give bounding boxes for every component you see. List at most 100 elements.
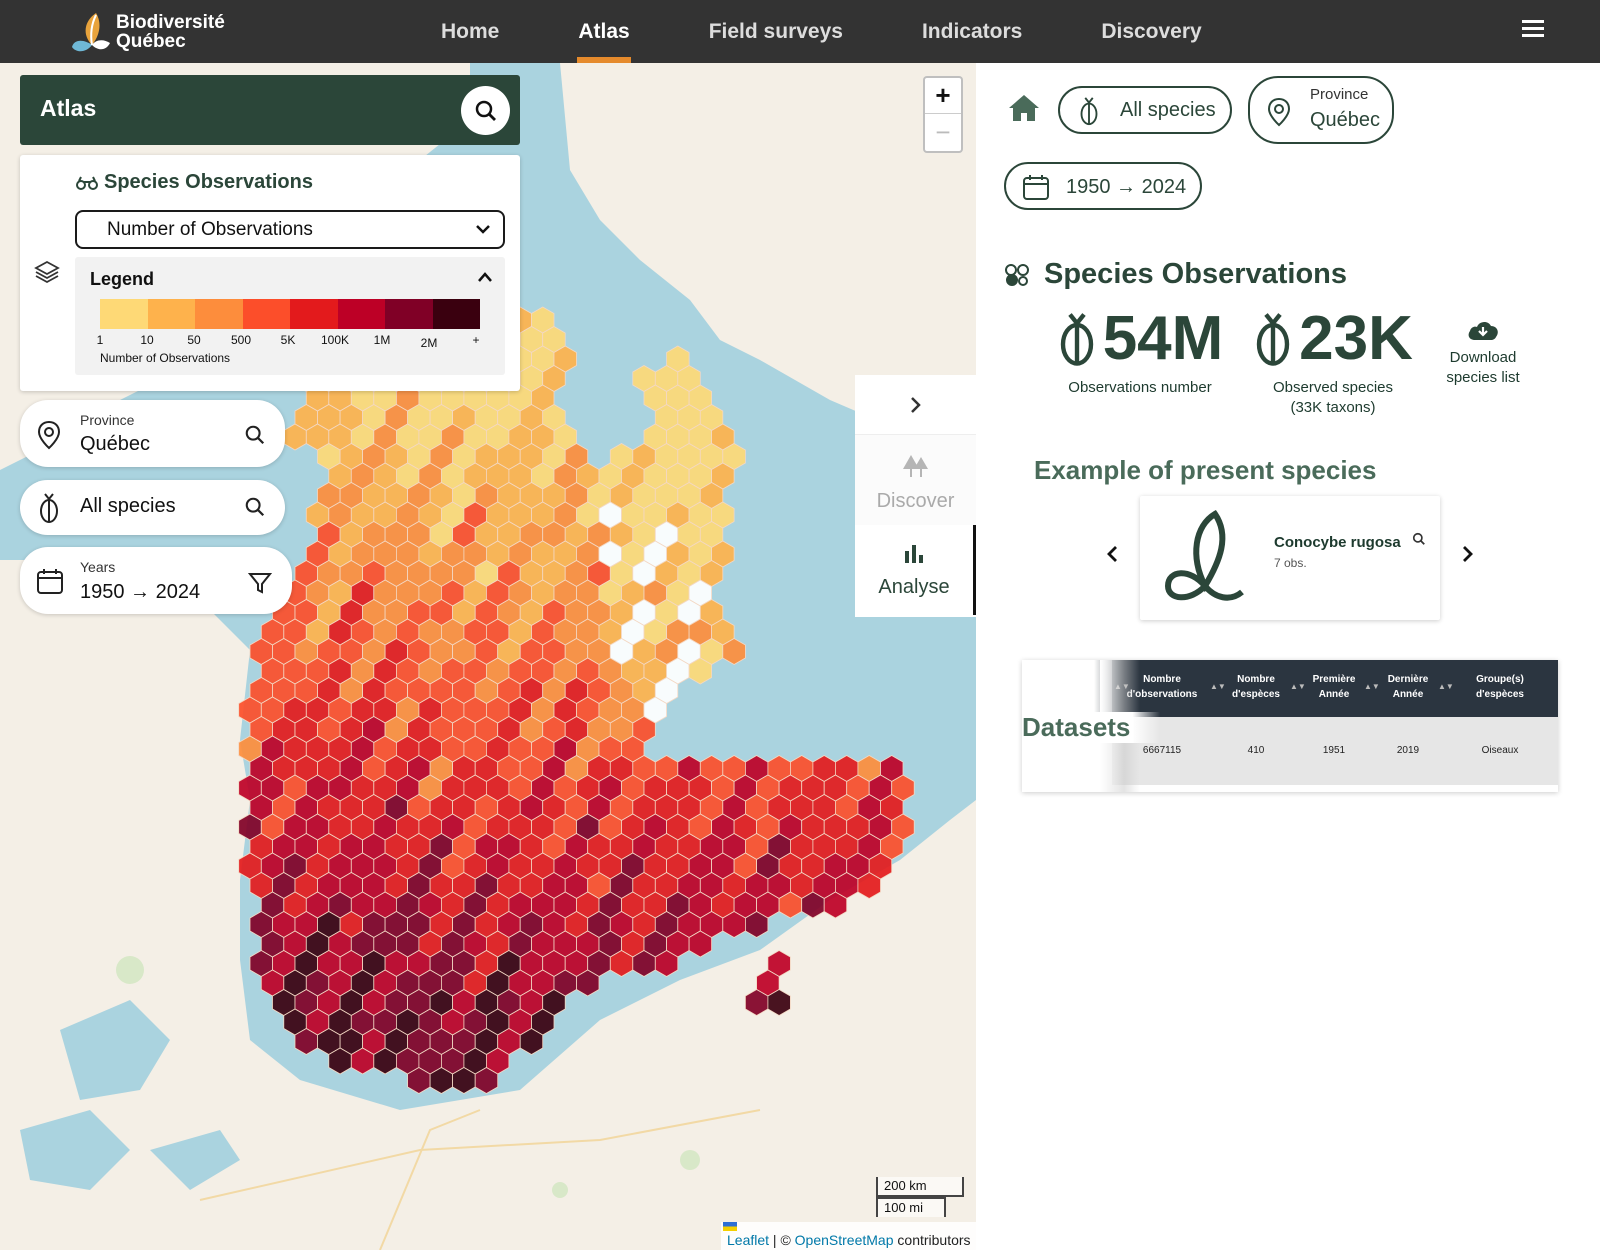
site-logo[interactable]: Biodiversité Québec — [70, 8, 225, 56]
col-species-l1: Nombre — [1237, 674, 1275, 685]
col-first-year-l2: Année — [1318, 689, 1350, 700]
search-icon[interactable] — [244, 424, 266, 446]
species-placeholder-icon — [1164, 509, 1244, 601]
cell-first-year: 1951 — [1322, 745, 1346, 756]
observations-stat-value: 54M — [1102, 304, 1224, 373]
province-chip-value: Québec — [1310, 109, 1381, 131]
species-stat: 23K Observed species (33K taxons) — [1248, 308, 1418, 418]
sort-icon[interactable]: ▲▼ — [1210, 682, 1226, 691]
col-last-year-l2: Année — [1392, 689, 1424, 700]
years-chip[interactable]: 1950 → 2024 — [1004, 162, 1202, 210]
layers-icon[interactable] — [34, 259, 60, 285]
chevron-down-icon — [476, 225, 490, 234]
province-filter-label: Province — [80, 412, 135, 428]
col-last-year[interactable]: Dernière Année — [1378, 672, 1438, 702]
nav-home[interactable]: Home — [440, 0, 500, 63]
osm-link[interactable]: OpenStreetMap — [795, 1232, 894, 1248]
nav-discovery[interactable]: Discovery — [1100, 0, 1202, 63]
legend-tick: 5K — [280, 333, 296, 347]
legend-tick: 1 — [96, 333, 104, 347]
nav-field-surveys[interactable]: Field surveys — [708, 0, 844, 63]
main-nav: Home Atlas Field surveys Indicators Disc… — [440, 0, 1280, 63]
years-filter[interactable]: Years 1950 → 2024 — [20, 547, 292, 614]
legend-title: Legend — [90, 269, 155, 289]
map-side-tabs: Discover Analyse — [855, 375, 976, 617]
species-icon — [1256, 313, 1290, 366]
menu-icon[interactable] — [1522, 20, 1544, 38]
zoom-out-button[interactable]: − — [925, 114, 961, 150]
atlas-title: Atlas — [40, 95, 97, 121]
layer-select[interactable]: Number of Observations — [75, 210, 505, 249]
cell-groups: Oiseaux — [1481, 745, 1519, 756]
leaflet-link[interactable]: Leaflet — [727, 1232, 769, 1248]
tab-analyse[interactable]: Analyse — [855, 525, 976, 615]
legend-swatch — [242, 299, 290, 329]
legend-swatch — [147, 299, 195, 329]
province-chip-label: Province — [1310, 86, 1369, 103]
species-card[interactable]: Conocybe rugosa 7 obs. — [1140, 496, 1440, 620]
legend-swatch — [290, 299, 338, 329]
tab-discover[interactable]: Discover — [855, 435, 976, 525]
sort-icon[interactable]: ▲▼ — [1438, 682, 1454, 691]
legend: Legend 1 10 50 500 5K 100K 1M 2M + Number of Obs… — [75, 257, 505, 375]
col-groups-l1: Groupe(s) — [1476, 674, 1524, 685]
sort-icon[interactable]: ▲▼ — [1364, 682, 1380, 691]
chevron-up-icon[interactable] — [477, 271, 493, 283]
col-first-year[interactable]: Première Année — [1304, 672, 1364, 702]
layer-title: Species Observations — [76, 171, 313, 194]
nav-atlas[interactable]: Atlas — [577, 0, 632, 63]
legend-ticks: 1 10 50 500 5K 100K 1M 2M + — [96, 333, 485, 350]
tab-discover-label: Discover — [876, 490, 955, 512]
col-species[interactable]: Nombre d'espèces — [1222, 672, 1290, 702]
zoom-control: + − — [923, 76, 963, 153]
logo-icon — [70, 9, 114, 55]
ukraine-flag-icon — [723, 1222, 737, 1231]
download-species-list-button[interactable]: Download species list — [1433, 318, 1533, 388]
search-icon[interactable] — [1412, 532, 1426, 546]
years-chip-label: 1950 → 2024 — [1066, 176, 1187, 198]
zoom-in-button[interactable]: + — [925, 78, 961, 114]
species-filter[interactable]: All species — [20, 480, 285, 535]
observations-stat-caption: Observations number — [1068, 379, 1212, 396]
province-filter[interactable]: Province Québec — [20, 400, 285, 467]
species-filter-value: All species — [80, 495, 176, 517]
bar-chart-icon — [905, 545, 923, 563]
table-row[interactable]: 6667115 410 1951 2019 Oiseaux — [1112, 717, 1558, 785]
datasets-table: Nombred'observations ▲▼ Nombred'espèces … — [1022, 660, 1558, 792]
datasets-table-header: Nombred'observations ▲▼ Nombred'espèces … — [1094, 660, 1558, 730]
search-icon[interactable] — [244, 496, 266, 518]
species-icon — [40, 493, 58, 523]
legend-tick: + — [472, 333, 480, 347]
chevron-left-icon[interactable] — [1106, 545, 1118, 563]
nav-indicators[interactable]: Indicators — [921, 0, 1023, 63]
logo-line-2: Québec — [116, 31, 186, 52]
scale-km: 200 km — [876, 1177, 964, 1197]
species-icon — [1060, 313, 1093, 366]
atlas-search-button[interactable] — [461, 86, 510, 135]
download-line-1: Download — [1449, 349, 1517, 366]
legend-swatch — [385, 299, 433, 329]
sort-icon[interactable]: ▲▼ — [1290, 682, 1306, 691]
legend-tick: 500 — [230, 333, 252, 347]
collapse-panel-button[interactable] — [855, 375, 976, 435]
legend-tick: 1M — [373, 333, 391, 347]
species-chip[interactable]: All species — [1058, 86, 1232, 134]
province-filter-value: Québec — [80, 433, 151, 455]
layer-title-text: Species Observations — [104, 171, 313, 193]
filter-icon[interactable] — [248, 571, 272, 595]
chevron-right-icon — [910, 396, 921, 413]
species-stat-caption: Observed species — [1272, 379, 1394, 396]
cell-last-year: 2019 — [1396, 745, 1420, 756]
col-groups[interactable]: Groupe(s) d'espèces — [1462, 672, 1538, 702]
home-icon[interactable] — [1007, 93, 1041, 123]
province-chip[interactable]: Province Québec — [1248, 76, 1394, 144]
layer-panel: Species Observations Number of Observati… — [20, 155, 520, 391]
species-stat-caption-2: (33K taxons) — [1290, 399, 1376, 416]
chevron-right-icon[interactable] — [1462, 545, 1474, 563]
legend-tick: 2M — [420, 336, 438, 350]
map-attribution: Leaflet | © OpenStreetMap contributors — [721, 1222, 977, 1250]
col-last-year-l1: Dernière — [1387, 674, 1429, 685]
species-card-name: Conocybe rugosa — [1274, 534, 1401, 551]
layer-select-value: Number of Observations — [107, 218, 313, 240]
cluster-icon — [1005, 263, 1029, 286]
